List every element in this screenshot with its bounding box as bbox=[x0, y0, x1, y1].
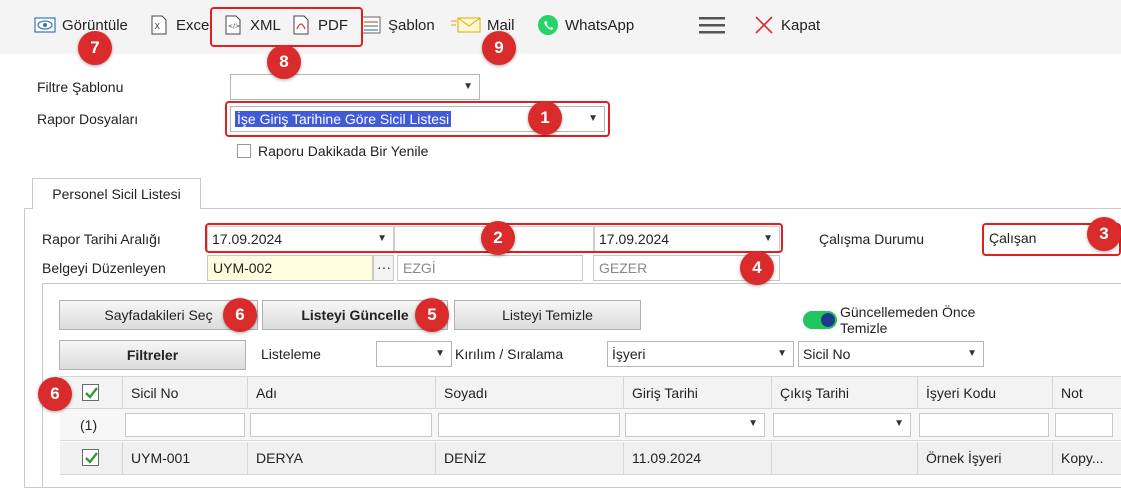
excel-label: Excel bbox=[176, 16, 213, 34]
cell-adi: DERYA bbox=[247, 442, 435, 475]
checkmark-icon bbox=[84, 386, 98, 399]
whatsapp-label: WhatsApp bbox=[565, 16, 635, 34]
toggle-label: Güncellemeden Önce Temizle bbox=[840, 304, 976, 336]
work-status-label: Çalışma Durumu bbox=[819, 231, 925, 247]
checkmark-icon bbox=[84, 451, 98, 464]
col-not[interactable]: Not bbox=[1052, 377, 1121, 410]
view-button[interactable]: Görüntüle bbox=[34, 10, 128, 40]
grid-filter-row: (1) ▼ ▼ bbox=[60, 409, 1121, 441]
select-page-label: Sayfadakileri Seç bbox=[104, 307, 213, 323]
grouping-label: Kırılım / Sıralama bbox=[455, 346, 564, 362]
cell-soyadi: DENİZ bbox=[435, 442, 623, 475]
filter-cikis-tarihi[interactable]: ▼ bbox=[773, 413, 911, 437]
template-button[interactable]: Şablon bbox=[360, 10, 435, 40]
cell-cikis-tarihi bbox=[771, 442, 917, 475]
filter-giris-tarihi[interactable]: ▼ bbox=[625, 413, 765, 437]
eye-icon bbox=[34, 14, 56, 36]
badge-8: 8 bbox=[267, 45, 301, 79]
listing-select[interactable]: ▼ bbox=[376, 341, 452, 367]
report-files-label: Rapor Dosyaları bbox=[37, 111, 139, 127]
filter-template-select[interactable]: ▼ bbox=[230, 74, 480, 100]
template-label: Şablon bbox=[388, 16, 435, 34]
refresh-label: Raporu Dakikada Bir Yenile bbox=[258, 143, 429, 159]
badge-2: 2 bbox=[481, 221, 515, 255]
grouping-select-1[interactable]: İşyeri ▼ bbox=[607, 341, 794, 367]
chevron-down-icon: ▼ bbox=[777, 348, 787, 359]
filter-count: (1) bbox=[80, 417, 98, 433]
badge-3: 3 bbox=[1087, 217, 1121, 251]
mail-icon bbox=[451, 14, 481, 36]
col-sicil-no[interactable]: Sicil No bbox=[122, 377, 247, 410]
date-range-label: Rapor Tarihi Aralığı bbox=[42, 231, 161, 247]
badge-1: 1 bbox=[528, 101, 562, 135]
filter-soyadi[interactable] bbox=[438, 413, 620, 437]
cell-giris-tarihi: 11.09.2024 bbox=[623, 442, 771, 475]
close-icon bbox=[753, 14, 775, 36]
clear-list-label: Listeyi Temizle bbox=[502, 307, 593, 323]
issuer-last-value: GEZER bbox=[599, 260, 648, 276]
grouping-value-2: Sicil No bbox=[803, 346, 851, 362]
badge-5: 5 bbox=[415, 298, 449, 332]
cell-isyeri-kodu: Örnek İşyeri bbox=[917, 442, 1052, 475]
issuer-first-name: EZGİ bbox=[397, 255, 583, 281]
xml-pdf-highlight bbox=[210, 7, 363, 47]
table-row[interactable]: UYM-001 DERYA DENİZ 11.09.2024 Örnek İşy… bbox=[60, 442, 1121, 475]
grouping-select-2[interactable]: Sicil No ▼ bbox=[798, 341, 984, 367]
excel-icon: X bbox=[148, 14, 170, 36]
badge-4: 4 bbox=[740, 251, 774, 285]
grid-header: Sicil No Adı Soyadı Giriş Tarihi Çıkış T… bbox=[60, 376, 1121, 410]
filter-not[interactable] bbox=[1055, 413, 1113, 437]
cell-not: Kopy... bbox=[1052, 442, 1121, 475]
filters-button[interactable]: Filtreler bbox=[59, 340, 246, 370]
svg-text:X: X bbox=[155, 22, 161, 31]
update-list-label: Listeyi Güncelle bbox=[301, 307, 409, 323]
whatsapp-icon bbox=[537, 14, 559, 36]
filter-adi[interactable] bbox=[250, 413, 432, 437]
chevron-down-icon: ▼ bbox=[894, 418, 904, 429]
issuer-code-value: UYM-002 bbox=[213, 260, 273, 276]
chevron-down-icon: ▼ bbox=[967, 348, 977, 359]
badge-9: 9 bbox=[482, 31, 516, 65]
excel-button[interactable]: X Excel bbox=[148, 10, 213, 40]
issuer-code-input[interactable]: UYM-002 bbox=[207, 255, 373, 281]
select-all-checkbox[interactable] bbox=[82, 384, 99, 401]
col-adi[interactable]: Adı bbox=[247, 377, 435, 410]
col-cikis-tarihi[interactable]: Çıkış Tarihi bbox=[771, 377, 917, 410]
clear-list-button[interactable]: Listeyi Temizle bbox=[454, 300, 641, 330]
hamburger-menu-icon bbox=[698, 14, 726, 36]
toolbar: Görüntüle X Excel </> XML PDF Şablon Mai… bbox=[0, 0, 1121, 54]
template-icon bbox=[360, 14, 382, 36]
filters-label: Filtreler bbox=[126, 347, 179, 363]
close-label: Kapat bbox=[781, 16, 821, 34]
issuer-first-value: EZGİ bbox=[403, 260, 436, 276]
toggle-knob bbox=[821, 313, 835, 327]
tab-personnel-list[interactable]: Personel Sicil Listesi bbox=[32, 178, 201, 209]
listing-label: Listeleme bbox=[261, 346, 321, 362]
ellipsis-icon: ··· bbox=[377, 259, 391, 275]
hamburger-menu-button[interactable] bbox=[698, 10, 726, 40]
col-isyeri-kodu[interactable]: İşyeri Kodu bbox=[917, 377, 1052, 410]
issuer-lookup-button[interactable]: ··· bbox=[373, 255, 394, 281]
whatsapp-button[interactable]: WhatsApp bbox=[537, 10, 634, 40]
close-button[interactable]: Kapat bbox=[753, 10, 820, 40]
tab-label: Personel Sicil Listesi bbox=[52, 186, 181, 202]
badge-7: 7 bbox=[78, 31, 112, 65]
cell-sicil-no: UYM-001 bbox=[122, 442, 247, 475]
chevron-down-icon: ▼ bbox=[463, 81, 473, 92]
badge-6-bottom: 6 bbox=[38, 377, 72, 411]
filter-template-label: Filtre Şablonu bbox=[37, 79, 124, 95]
row-checkbox[interactable] bbox=[82, 449, 99, 466]
col-soyadi[interactable]: Soyadı bbox=[435, 377, 623, 410]
filter-isyeri-kodu[interactable] bbox=[919, 413, 1049, 437]
filter-sicil-no[interactable] bbox=[125, 413, 245, 437]
col-giris-tarihi[interactable]: Giriş Tarihi bbox=[623, 377, 771, 410]
chevron-down-icon: ▼ bbox=[748, 418, 758, 429]
issuer-label: Belgeyi Düzenleyen bbox=[42, 260, 166, 276]
refresh-checkbox[interactable] bbox=[237, 144, 251, 158]
grouping-value-1: İşyeri bbox=[612, 346, 646, 362]
chevron-down-icon: ▼ bbox=[435, 348, 445, 359]
clear-before-update-toggle[interactable] bbox=[803, 311, 837, 329]
badge-6-top: 6 bbox=[223, 298, 257, 332]
